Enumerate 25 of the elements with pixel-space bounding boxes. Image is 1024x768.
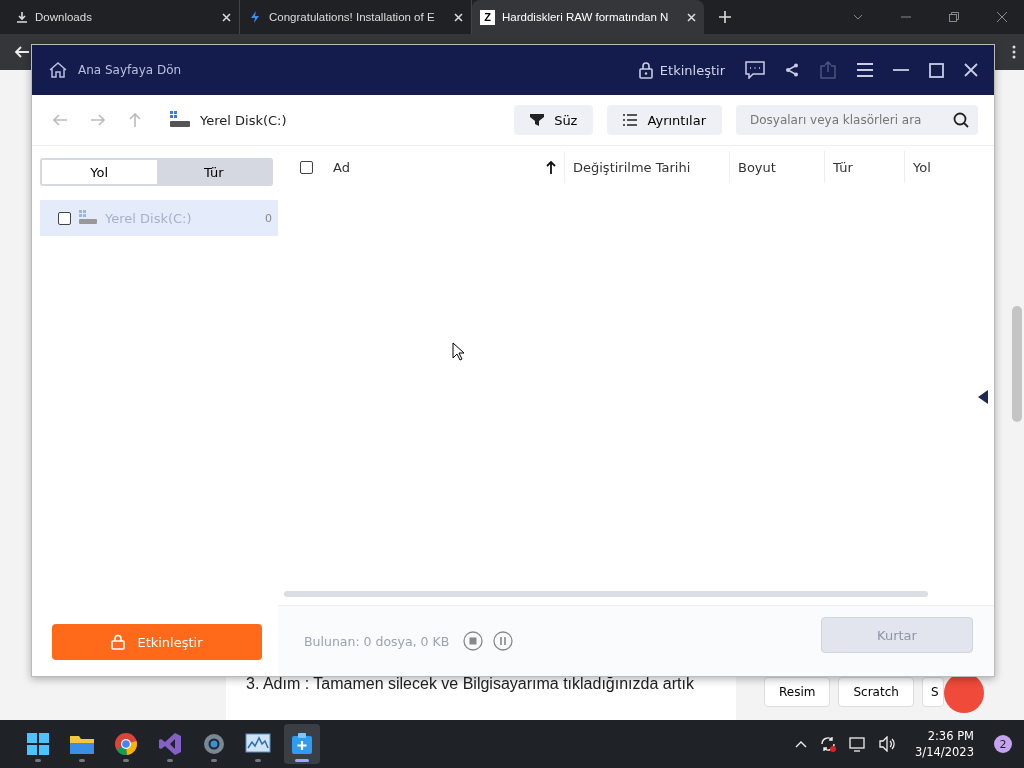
path-label: Yerel Disk(C:) xyxy=(200,112,287,128)
column-header[interactable]: Boyut xyxy=(730,151,825,183)
filter-button[interactable]: Süz xyxy=(514,105,594,135)
status-text: Bulunan: 0 dosya, 0 KB xyxy=(304,633,450,649)
column-header[interactable]: Değiştirilme Tarihi xyxy=(565,151,730,183)
column-header[interactable]: Tür xyxy=(825,151,905,183)
tree-label: Yerel Disk(C:) xyxy=(105,210,193,226)
details-button[interactable]: Ayrıntılar xyxy=(607,105,722,135)
tag-button[interactable]: Scratch xyxy=(838,677,914,707)
column-header[interactable]: Yol xyxy=(905,151,985,183)
sidebar-tab[interactable]: Yol xyxy=(42,160,157,184)
home-link[interactable]: Ana Sayfaya Dön xyxy=(48,61,182,79)
item-count: 0 xyxy=(265,211,272,225)
sidebar-tab[interactable]: Tür xyxy=(156,160,271,184)
column-header[interactable]: Ad xyxy=(325,151,565,183)
notification-badge[interactable]: 2 xyxy=(994,735,1012,753)
tag-button[interactable]: Resim xyxy=(764,677,831,707)
clock-time[interactable]: 2:36 PM xyxy=(927,728,974,744)
tag-button[interactable]: S xyxy=(921,677,944,707)
browser-tab[interactable]: Z Harddiskleri RAW formatından N xyxy=(472,0,704,34)
activate-link[interactable]: Etkinleştir xyxy=(637,61,725,79)
search-field[interactable]: Dosyaları veya klasörleri ara xyxy=(736,105,978,135)
site-icon: Z xyxy=(480,9,495,25)
article-text: 3. Adım : Tamamen silecek ve Bilgisayarıma tıkladığınızda artık xyxy=(246,675,695,693)
clock-date[interactable]: 3/14/2023 xyxy=(915,744,974,760)
